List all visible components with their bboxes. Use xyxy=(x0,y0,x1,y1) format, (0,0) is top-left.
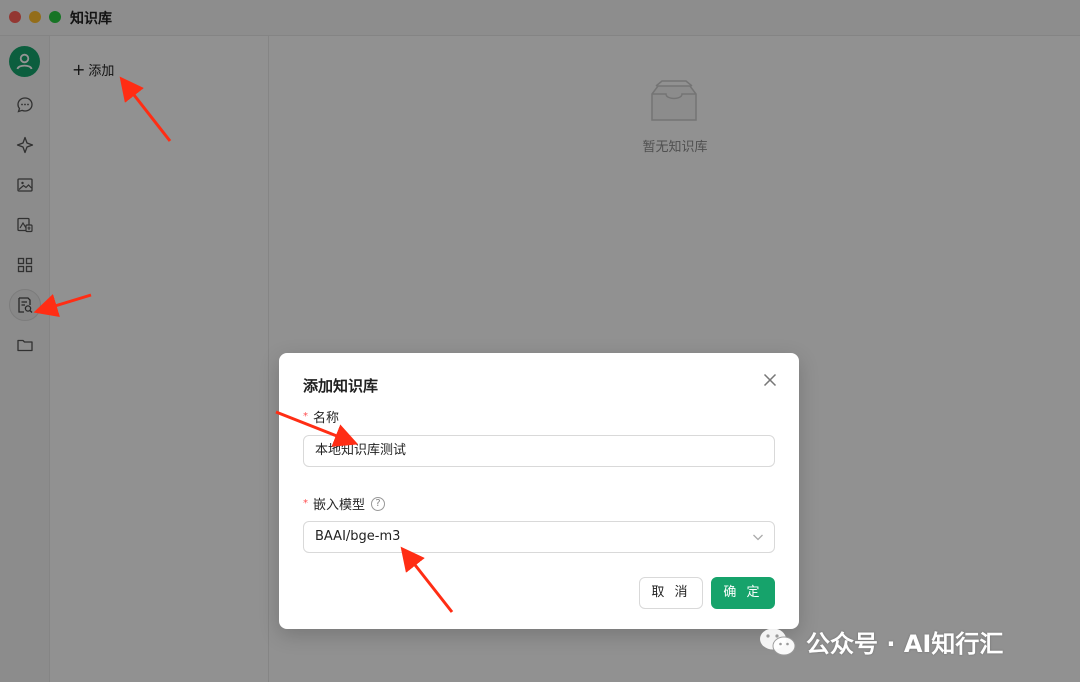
dialog-title: 添加知识库 xyxy=(303,377,379,395)
required-mark: * xyxy=(303,411,308,422)
embedding-model-select[interactable]: BAAI/bge-m3 xyxy=(303,521,775,553)
name-label-text: 名称 xyxy=(313,411,340,426)
name-input[interactable]: 本地知识库测试 xyxy=(303,435,775,467)
name-field-label: * 名称 xyxy=(303,407,339,426)
watermark-text: 公众号 · AI知行汇 xyxy=(806,630,1004,658)
model-label-text: 嵌入模型 xyxy=(313,498,366,513)
wechat-logo-icon xyxy=(760,628,796,655)
add-knowledge-dialog: 添加知识库 * 名称 本地知识库测试 * 嵌入模型 ? BAAI/bge-m3 … xyxy=(279,353,799,629)
watermark: 公众号 · AI知行汇 xyxy=(758,624,1003,659)
model-field-label: * 嵌入模型 ? xyxy=(303,494,386,513)
cancel-button[interactable]: 取 消 xyxy=(639,577,703,609)
required-mark: * xyxy=(303,498,308,509)
help-icon[interactable]: ? xyxy=(371,496,386,511)
close-icon[interactable] xyxy=(761,371,779,389)
chevron-down-icon xyxy=(753,534,763,541)
confirm-button[interactable]: 确 定 xyxy=(711,577,775,609)
embedding-model-value: BAAI/bge-m3 xyxy=(315,529,401,544)
